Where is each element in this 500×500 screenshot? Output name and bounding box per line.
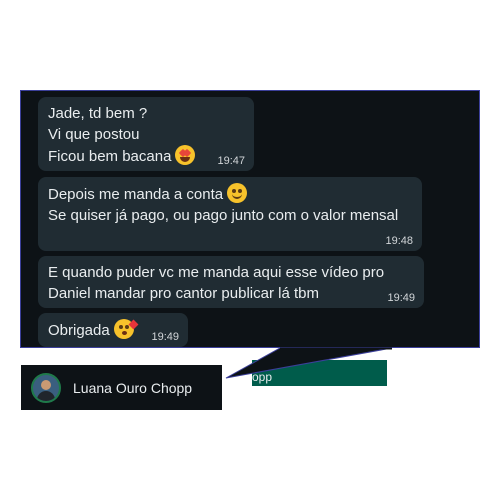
contact-name: Luana Ouro Chopp	[73, 379, 193, 396]
message-timestamp: 19:49	[387, 292, 415, 304]
partial-message-text: opp	[252, 370, 273, 384]
smiling-blush-emoji-icon	[227, 183, 248, 203]
kissing-heart-emoji-icon	[113, 319, 139, 339]
contact-avatar[interactable]	[31, 372, 61, 403]
message-bubble[interactable]: Depois me manda a conta Se quiser já pag…	[38, 177, 422, 251]
outgoing-message-fragment: opp	[252, 360, 387, 386]
message-timestamp: 19:47	[217, 155, 245, 167]
message-bubble[interactable]: Jade, td bem ? Vi que postou Ficou bem b…	[38, 97, 254, 171]
message-text: Ficou bem bacana	[48, 148, 172, 165]
message-text: Jade, td bem ?	[48, 105, 148, 122]
contact-bar[interactable]: Luana Ouro Chopp	[21, 365, 222, 410]
message-text-line: Ficou bem bacana	[48, 145, 244, 167]
message-text: Se quiser já pago, ou pago junto com o v…	[48, 207, 399, 224]
message-bubble[interactable]: Obrigada 19:49	[38, 313, 188, 347]
star-struck-emoji-icon	[175, 145, 196, 165]
message-text: Obrigada	[48, 322, 110, 339]
message-bubble[interactable]: E quando puder vc me manda aqui esse víd…	[38, 256, 424, 308]
message-text-line: Depois me manda a conta	[48, 183, 412, 205]
message-timestamp: 19:48	[385, 235, 413, 247]
message-text: Daniel mandar pro cantor publicar lá tbm	[48, 285, 319, 302]
message-text: Depois me manda a conta	[48, 186, 224, 203]
message-text: Vi que postou	[48, 126, 140, 143]
message-text: E quando puder vc me manda aqui esse víd…	[48, 264, 385, 281]
chat-panel: Jade, td bem ? Vi que postou Ficou bem b…	[20, 90, 480, 348]
message-timestamp: 19:49	[151, 331, 179, 343]
